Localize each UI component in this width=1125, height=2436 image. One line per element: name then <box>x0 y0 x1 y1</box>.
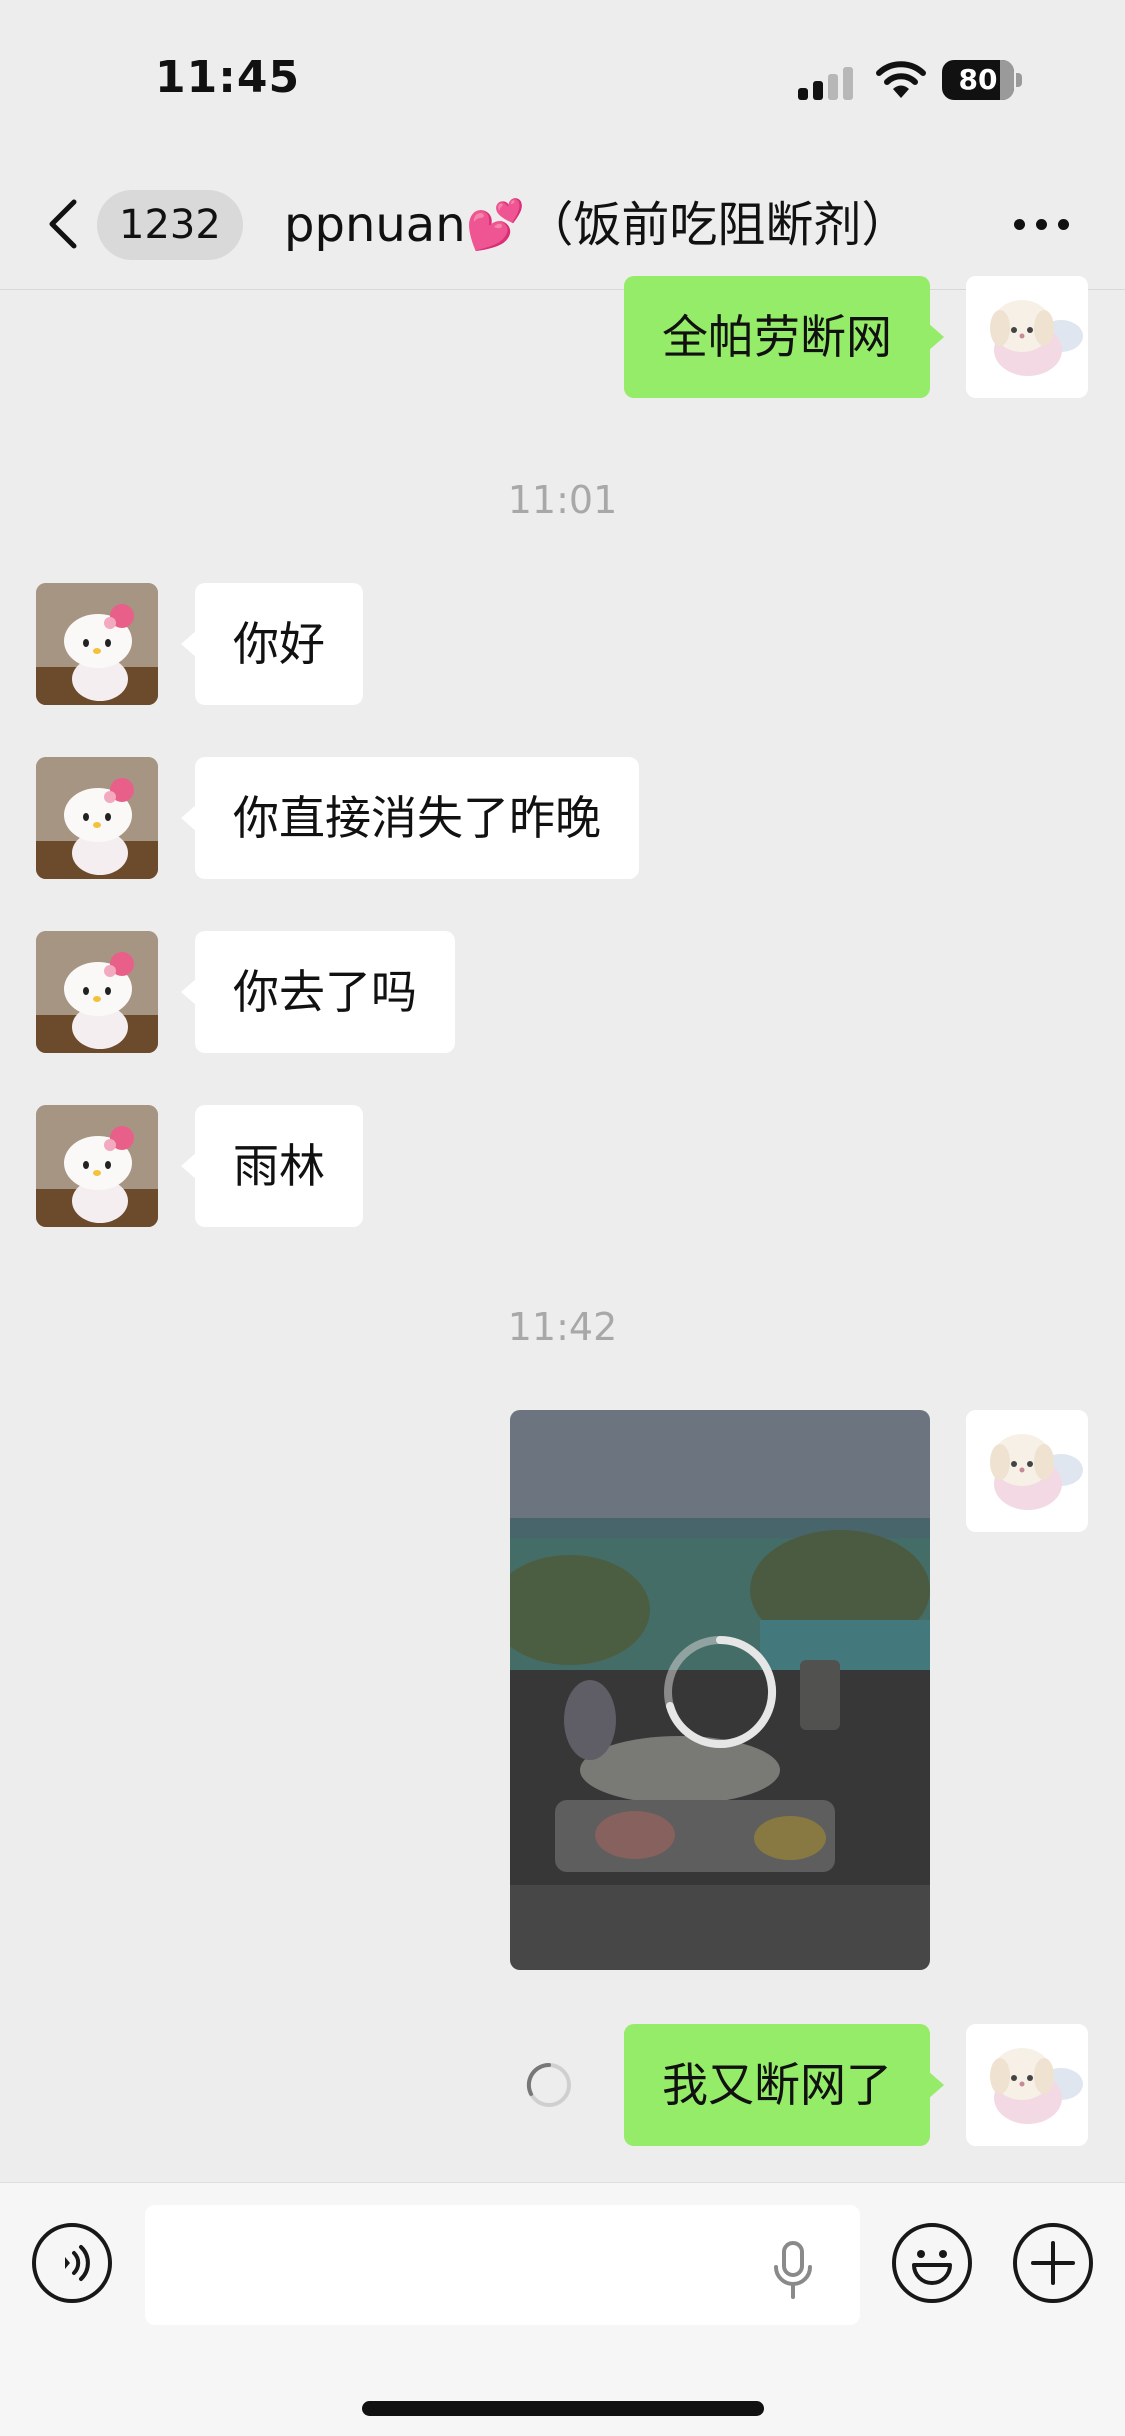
microphone-icon[interactable] <box>770 2241 816 2301</box>
status-bar: 11:45 80 <box>0 0 1125 150</box>
angel-puppy-avatar-icon <box>966 2024 1088 2146</box>
outgoing-message-bubble[interactable]: 我又断网了 <box>624 2024 944 2146</box>
battery-icon: 80 <box>942 60 1014 100</box>
friend-avatar[interactable] <box>36 1105 158 1227</box>
friend-avatar[interactable] <box>36 583 158 705</box>
outgoing-message-bubble[interactable]: 全帕劳断网 <box>624 276 944 398</box>
hello-kitty-avatar-icon <box>36 583 158 705</box>
battery-level: 80 <box>958 63 998 96</box>
incoming-message-bubble[interactable]: 你好 <box>181 583 363 705</box>
my-avatar[interactable] <box>966 2024 1088 2146</box>
incoming-message-bubble[interactable]: 雨林 <box>181 1105 363 1227</box>
angel-puppy-avatar-icon <box>966 276 1088 398</box>
incoming-message-bubble[interactable]: 你直接消失了昨晚 <box>181 757 639 879</box>
voice-wave-icon <box>65 2245 90 2281</box>
battery-indicator: 80 <box>942 60 1022 100</box>
back-chevron-icon[interactable] <box>44 196 84 252</box>
chat-title: ppnuan💕（饭前吃阻断剂） <box>284 197 910 253</box>
incoming-message-bubble[interactable]: 你去了吗 <box>181 931 455 1053</box>
home-indicator[interactable] <box>362 2401 764 2416</box>
friend-avatar[interactable] <box>36 757 158 879</box>
hello-kitty-avatar-icon <box>36 757 158 879</box>
timestamp: 11:01 <box>507 478 618 522</box>
chat-screen: 11:45 80 1232 ppnuan💕（饭前吃阻断剂） 全帕劳断网 11:0… <box>0 0 1125 2436</box>
smiley-face-icon <box>912 2250 952 2285</box>
my-avatar[interactable] <box>966 1410 1088 1532</box>
my-avatar[interactable] <box>966 276 1088 398</box>
message-input[interactable] <box>145 2205 860 2325</box>
more-options-icon[interactable] <box>1012 216 1072 232</box>
image-message[interactable] <box>510 1410 930 1970</box>
hello-kitty-avatar-icon <box>36 1105 158 1227</box>
hello-kitty-avatar-icon <box>36 931 158 1053</box>
angel-puppy-avatar-icon <box>966 1410 1088 1532</box>
sending-spinner-icon <box>526 2062 571 2107</box>
more-functions-plus-button[interactable] <box>1013 2223 1093 2303</box>
plus-icon <box>1031 2241 1075 2285</box>
unread-count-badge[interactable]: 1232 <box>97 190 243 260</box>
loading-spinner-icon <box>664 1636 777 1748</box>
timestamp: 11:42 <box>507 1305 618 1349</box>
cellular-signal-icon <box>798 66 856 100</box>
wifi-icon <box>876 61 926 98</box>
chat-header: 1232 ppnuan💕（饭前吃阻断剂） <box>0 150 1125 290</box>
voice-input-toggle-button[interactable] <box>32 2223 112 2303</box>
status-time: 11:45 <box>155 52 301 103</box>
input-bar <box>0 2182 1125 2436</box>
emoji-button[interactable] <box>892 2223 972 2303</box>
friend-avatar[interactable] <box>36 931 158 1053</box>
